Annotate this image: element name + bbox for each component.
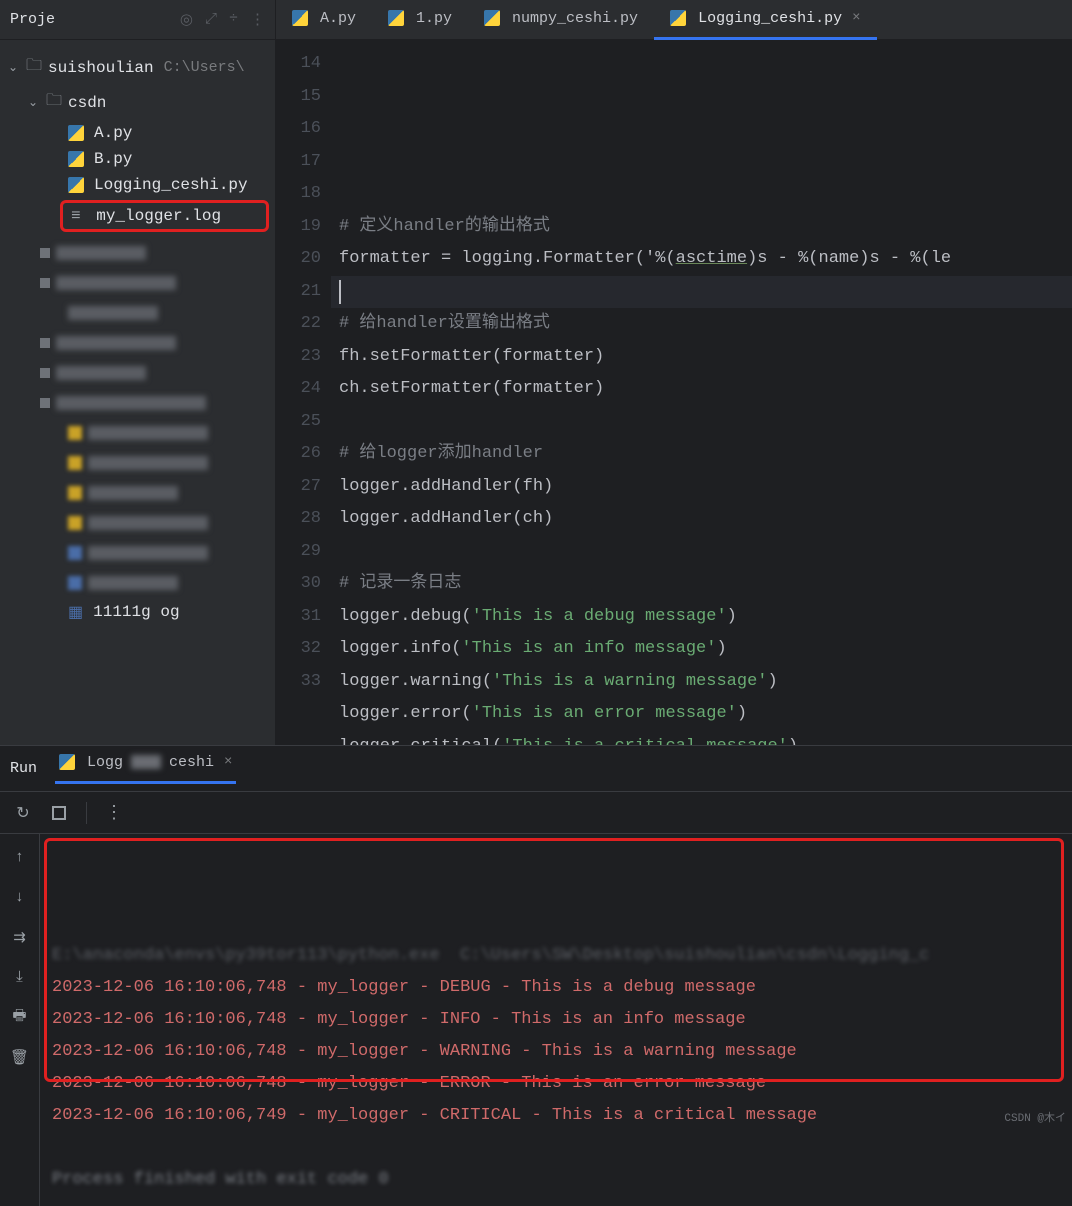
- folder-icon: 🗀: [26, 54, 44, 81]
- python-icon: [484, 10, 500, 26]
- text-file-icon: ≡: [71, 207, 81, 225]
- tree-file-b[interactable]: B.py: [0, 146, 275, 172]
- current-line-highlight: [331, 276, 1072, 309]
- python-icon: [670, 10, 686, 26]
- run-tab-suffix: ceshi: [169, 754, 214, 771]
- editor-tabs: A.py 1.py numpy_ceshi.py Logging_ceshi.p…: [276, 0, 1072, 40]
- project-header: Proje ◎ ⤢ ÷ ⋮: [0, 0, 275, 40]
- soft-wrap-icon[interactable]: ⇉: [11, 928, 29, 946]
- tab-label: numpy_ceshi.py: [512, 10, 638, 27]
- down-arrow-icon[interactable]: ↓: [11, 888, 29, 906]
- watermark: CSDN @木イ: [1004, 1109, 1066, 1125]
- blurred-text: [131, 755, 161, 769]
- chevron-down-icon: ⌄: [8, 60, 22, 75]
- blurred-tree-items: ▦ 11111g og: [0, 238, 275, 626]
- run-gutter: ↑ ↓ ⇉ ⤓ 🖶 🗑: [0, 834, 40, 1206]
- python-icon: [292, 10, 308, 26]
- python-icon: [68, 151, 84, 167]
- code-editor[interactable]: 1415161718192021222324252627282930313233…: [276, 40, 1072, 745]
- run-body: ↑ ↓ ⇉ ⤓ 🖶 🗑 E:\anaconda\envs\py39tor113\…: [0, 834, 1072, 1206]
- tab-a-py[interactable]: A.py: [276, 0, 372, 40]
- line-numbers: 1415161718192021222324252627282930313233: [276, 40, 331, 745]
- code-content[interactable]: # 定义handler的输出格式formatter = logging.Form…: [331, 40, 1072, 745]
- tree-file-last[interactable]: ▦ 11111g og: [0, 598, 275, 626]
- logfile-label: my_logger.log: [96, 207, 221, 225]
- tab-label: A.py: [320, 10, 356, 27]
- run-header: Run Logg ceshi ×: [0, 746, 1072, 792]
- run-tab[interactable]: Logg ceshi ×: [55, 754, 236, 784]
- tree-root-label: suishoulian: [48, 59, 154, 77]
- tree-folder-csdn[interactable]: ⌄ 🗀 csdn: [0, 85, 275, 120]
- close-tab-icon[interactable]: ×: [852, 10, 860, 26]
- chevron-down-icon: ⌄: [28, 95, 42, 110]
- more-icon[interactable]: ⋮: [250, 10, 265, 29]
- tab-label: 1.py: [416, 10, 452, 27]
- divider: [86, 802, 87, 824]
- editor-area: A.py 1.py numpy_ceshi.py Logging_ceshi.p…: [276, 0, 1072, 745]
- folder-icon: 🗀: [46, 89, 64, 116]
- run-panel: Run Logg ceshi × ↻ ↑ ↓ ⇉ ⤓ 🖶 🗑 E:\anacon…: [0, 745, 1072, 1206]
- file-a-label: A.py: [94, 124, 132, 142]
- csdn-label: csdn: [68, 94, 106, 112]
- run-title: Run: [10, 760, 37, 777]
- project-panel: Proje ◎ ⤢ ÷ ⋮ ⌄ 🗀 suishoulian C:\Users\ …: [0, 0, 276, 745]
- expand-icon[interactable]: ⤢: [205, 10, 217, 29]
- project-title: Proje: [10, 11, 55, 28]
- close-run-tab-icon[interactable]: ×: [224, 754, 232, 770]
- tab-label: Logging_ceshi.py: [698, 10, 842, 27]
- up-arrow-icon[interactable]: ↑: [11, 848, 29, 866]
- tab-logging-ceshi[interactable]: Logging_ceshi.py ×: [654, 0, 876, 40]
- tab-1-py[interactable]: 1.py: [372, 0, 468, 40]
- file-b-label: B.py: [94, 150, 132, 168]
- print-icon[interactable]: 🖶: [11, 1008, 29, 1026]
- highlighted-logfile[interactable]: ≡ my_logger.log: [60, 200, 269, 232]
- console-output[interactable]: E:\anaconda\envs\py39tor113\python.exe C…: [40, 834, 1072, 1206]
- stop-icon[interactable]: [50, 804, 68, 822]
- python-icon: [68, 125, 84, 141]
- tree-root-path: C:\Users\: [164, 59, 245, 76]
- project-tree: ⌄ 🗀 suishoulian C:\Users\ ⌄ 🗀 csdn A.py …: [0, 40, 275, 636]
- run-tab-prefix: Logg: [87, 754, 123, 771]
- tree-file-a[interactable]: A.py: [0, 120, 275, 146]
- python-icon: [59, 754, 75, 770]
- trash-icon[interactable]: 🗑: [11, 1048, 29, 1066]
- python-icon: [68, 177, 84, 193]
- last-file-label: 11111g og: [93, 603, 179, 621]
- file-icon: ▦: [68, 602, 83, 622]
- more-actions-icon[interactable]: [105, 804, 123, 822]
- rerun-icon[interactable]: ↻: [14, 804, 32, 822]
- tree-root[interactable]: ⌄ 🗀 suishoulian C:\Users\: [0, 50, 275, 85]
- tab-numpy-ceshi[interactable]: numpy_ceshi.py: [468, 0, 654, 40]
- python-icon: [388, 10, 404, 26]
- target-icon[interactable]: ◎: [180, 10, 193, 29]
- file-logging-label: Logging_ceshi.py: [94, 176, 248, 194]
- text-caret: [339, 280, 341, 304]
- scroll-to-end-icon[interactable]: ⤓: [11, 968, 29, 986]
- tree-file-logging[interactable]: Logging_ceshi.py: [0, 172, 275, 198]
- run-toolbar: ↻: [0, 792, 1072, 834]
- collapse-icon[interactable]: ÷: [229, 10, 238, 29]
